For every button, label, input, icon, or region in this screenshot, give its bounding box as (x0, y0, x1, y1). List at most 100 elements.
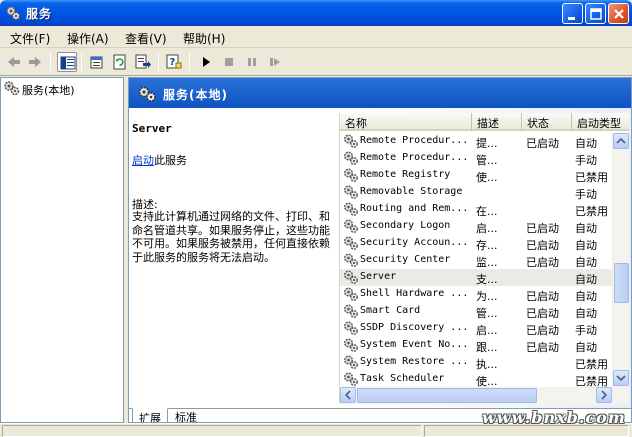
tree-node-services-local[interactable]: 服务(本地) (3, 80, 75, 97)
service-name-cell: System Event No... (360, 339, 469, 350)
service-row[interactable]: SSDP Discovery ... 启... 已启动 手动 (340, 320, 612, 337)
menu-view[interactable]: 查看(V) (125, 30, 167, 47)
service-status-cell: 已启动 (526, 239, 559, 252)
service-row[interactable]: Shell Hardware ... 为... 已启动 自动 (340, 286, 612, 303)
properties-icon (90, 56, 103, 69)
service-startup-type-cell: 已禁用 (575, 171, 608, 184)
pane-header-title: 服务(本地) (163, 88, 228, 102)
properties-button[interactable] (87, 52, 107, 72)
service-description-cell: 管... (476, 307, 498, 320)
service-row[interactable]: Task Scheduler 使... 已禁用 (340, 371, 612, 388)
service-row[interactable]: Smart Card 管... 已启动 自动 (340, 303, 612, 320)
service-description-cell: 启... (476, 324, 498, 337)
vertical-scroll-thumb[interactable] (614, 263, 629, 303)
scroll-down-icon (616, 375, 626, 382)
service-row[interactable]: Secondary Logon 启... 已启动 自动 (340, 218, 612, 235)
service-name-cell: Removable Storage (360, 186, 463, 197)
service-name-cell: Task Scheduler (360, 373, 445, 384)
service-description-cell: 执... (476, 358, 498, 371)
service-description-cell: 提... (476, 137, 498, 150)
restart-service-button[interactable] (265, 52, 285, 72)
service-description-cell: 管... (476, 154, 498, 167)
service-status-cell: 已启动 (526, 324, 559, 337)
horizontal-scroll-thumb[interactable] (357, 388, 537, 403)
export-list-button[interactable] (133, 52, 153, 72)
title-bar[interactable]: 服务 (0, 0, 632, 26)
service-name-cell: Smart Card (360, 305, 421, 316)
close-button[interactable] (608, 3, 629, 24)
service-startup-type-cell: 手动 (575, 188, 597, 201)
service-row[interactable]: Server 支... 自动 (340, 269, 612, 286)
service-startup-type-cell: 自动 (575, 307, 597, 320)
restart-service-icon (270, 58, 280, 66)
service-startup-type-cell: 自动 (575, 137, 597, 150)
service-name-cell: Shell Hardware ... (360, 288, 469, 299)
selected-service-name: Server (132, 122, 172, 135)
start-service-button[interactable] (196, 52, 216, 72)
details-pane: 服务(本地) Server 启动此服务 描述: 支持此计算机通过网络的文件、打印… (128, 77, 632, 423)
help-icon: ? (166, 54, 182, 69)
service-status-cell: 已启动 (526, 341, 559, 354)
back-button[interactable] (4, 52, 24, 72)
refresh-button[interactable] (110, 52, 130, 72)
svg-text:?: ? (170, 57, 176, 68)
service-row[interactable]: Remote Procedur... 提... 已启动 自动 (340, 133, 612, 150)
forward-arrow-icon (29, 57, 41, 67)
service-row[interactable]: Routing and Rem... 在... 已禁用 (340, 201, 612, 218)
minimize-button[interactable] (562, 3, 583, 24)
service-description-cell: 支... (476, 273, 498, 286)
service-name-cell: Server (360, 271, 397, 282)
show-hide-tree-button[interactable] (57, 52, 77, 72)
service-row[interactable]: System Restore ... 执... 已禁用 (340, 354, 612, 371)
service-startup-type-cell: 自动 (575, 273, 597, 286)
tab-standard[interactable]: 标准 (169, 408, 203, 422)
scroll-down-button[interactable] (613, 370, 629, 386)
close-icon (614, 9, 624, 19)
service-row[interactable]: System Event No... 跟... 已启动 自动 (340, 337, 612, 354)
service-description-cell: 使... (476, 171, 498, 184)
menu-action[interactable]: 操作(A) (67, 30, 109, 47)
service-row[interactable]: Security Accoun... 存... 已启动 自动 (340, 235, 612, 252)
start-service-suffix: 此服务 (154, 154, 187, 167)
service-row[interactable]: Remote Registry 使... 已禁用 (340, 167, 612, 184)
scroll-right-icon (601, 390, 608, 400)
stop-service-button[interactable] (219, 52, 239, 72)
tab-extended[interactable]: 扩展 (132, 408, 168, 422)
services-gear-icon (3, 80, 21, 99)
export-list-icon (135, 54, 151, 69)
stop-service-icon (225, 58, 233, 66)
column-header-description[interactable]: 描述 (472, 113, 522, 131)
maximize-button[interactable] (585, 3, 606, 24)
column-header-status[interactable]: 状态 (522, 113, 572, 131)
service-description-cell: 存... (476, 239, 498, 252)
service-row[interactable]: Remote Procedur... 管... 手动 (340, 150, 612, 167)
service-status-cell: 已启动 (526, 290, 559, 303)
service-row[interactable]: Security Center 监... 已启动 自动 (340, 252, 612, 269)
pause-service-button[interactable] (242, 52, 262, 72)
column-header-name[interactable]: 名称 (340, 113, 472, 131)
menu-file[interactable]: 文件(F) (10, 30, 50, 47)
service-startup-type-cell: 自动 (575, 290, 597, 303)
service-startup-type-cell: 已禁用 (575, 358, 608, 371)
help-button[interactable]: ? (164, 52, 184, 72)
service-description-panel: Server 启动此服务 描述: 支持此计算机通过网络的文件、打印、和命名管道共… (132, 122, 332, 264)
forward-button[interactable] (25, 52, 45, 72)
refresh-icon (113, 54, 126, 70)
menu-help[interactable]: 帮助(H) (183, 30, 225, 47)
vertical-scrollbar[interactable] (612, 133, 629, 387)
service-description-cell: 跟... (476, 341, 498, 354)
scroll-left-icon (344, 390, 351, 400)
scroll-up-button[interactable] (613, 133, 629, 149)
service-name-cell: Security Accoun... (360, 237, 469, 248)
start-service-link[interactable]: 启动 (132, 154, 154, 167)
column-header-startup-type[interactable]: 启动类型 (572, 113, 629, 131)
service-name-cell: SSDP Discovery ... (360, 322, 469, 333)
scroll-left-button[interactable] (340, 387, 356, 403)
list-rows: Remote Procedur... 提... 已启动 自动 Remote Proced… (340, 133, 612, 388)
scroll-up-icon (616, 137, 626, 144)
service-description-cell: 在... (476, 205, 498, 218)
scroll-right-button[interactable] (596, 387, 612, 403)
service-row[interactable]: Removable Storage 手动 (340, 184, 612, 201)
horizontal-scrollbar[interactable] (340, 387, 629, 404)
console-tree: 服务(本地) (0, 77, 124, 423)
